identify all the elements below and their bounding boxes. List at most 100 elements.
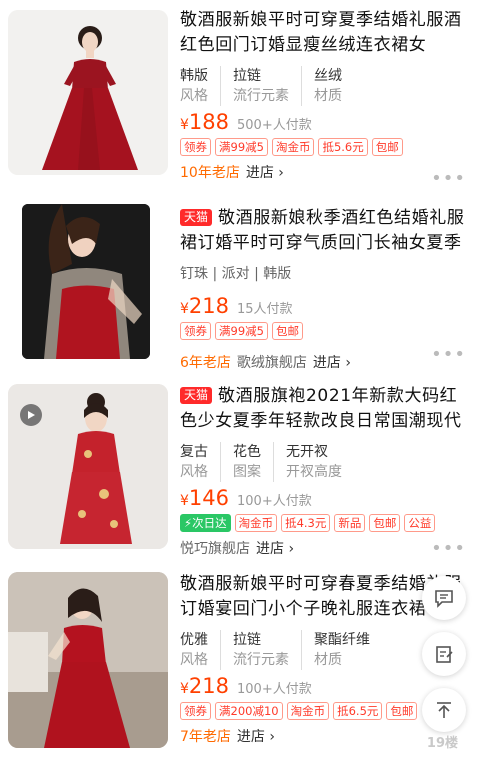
- attribute-key: 风格: [180, 88, 208, 104]
- more-options-icon[interactable]: •••: [431, 168, 466, 189]
- coupon-badge: 包邮: [271, 322, 303, 340]
- product-title[interactable]: 天猫 敬酒服新娘秋季酒红色结婚礼服裙订婚平时可穿气质回门长袖女夏季: [180, 206, 466, 256]
- attribute: 拉链 流行元素: [233, 630, 302, 670]
- enter-shop-link[interactable]: 进店 ›: [256, 538, 294, 558]
- tag-line: 钉珠 | 派对 | 韩版: [180, 266, 292, 282]
- attribute: 优雅 风格: [180, 630, 221, 670]
- product-title[interactable]: 天猫敬酒服旗袍2021年新款大码红色少女夏季年轻款改良日常国潮现代风: [180, 384, 466, 434]
- chat-bubble-icon[interactable]: [422, 576, 466, 620]
- coupon-list: 领券 满99减5 淘金币 抵5.6元 包邮: [180, 138, 466, 156]
- attribute-list: 韩版风格 拉链流行元素 丝绒材质: [180, 66, 466, 106]
- product-image[interactable]: [8, 572, 168, 748]
- attribute-value: 复古: [180, 444, 208, 460]
- coupon-badge: 淘金币: [234, 514, 278, 532]
- sales-count: 100+人付款: [237, 494, 312, 509]
- coupon-badge: 满99减5: [215, 322, 268, 340]
- coupon-badge: 满99减5: [215, 138, 268, 156]
- attribute: 韩版 风格: [180, 66, 221, 106]
- price-line: ¥ 218 100+人付款: [180, 674, 466, 698]
- shop-name[interactable]: 歌绒旗舰店: [237, 352, 307, 372]
- coupon-badge[interactable]: 领券: [180, 702, 211, 720]
- enter-shop-link[interactable]: 进店 ›: [246, 162, 284, 182]
- currency-symbol: ¥: [180, 681, 189, 697]
- product-image[interactable]: [8, 10, 168, 175]
- enter-shop-link[interactable]: 进店 ›: [313, 352, 351, 372]
- product-card[interactable]: 天猫敬酒服旗袍2021年新款大码红色少女夏季年轻款改良日常国潮现代风 复古风格 …: [0, 372, 480, 564]
- shop-line: 10年老店 进店 ›: [180, 162, 466, 182]
- enter-shop-link[interactable]: 进店 ›: [237, 726, 275, 746]
- store-age-badge: 7年老店: [180, 729, 231, 745]
- coupon-badge: 抵5.6元: [318, 138, 368, 156]
- price: 218: [188, 294, 230, 318]
- attribute-key: 风格: [180, 464, 208, 480]
- price-line: ¥ 188 500+人付款: [180, 110, 466, 134]
- coupon-badge: 包邮: [386, 702, 418, 720]
- coupon-badge: 淘金币: [286, 702, 330, 720]
- price-line: ¥ 146 100+人付款: [180, 486, 466, 510]
- currency-symbol: ¥: [180, 493, 189, 509]
- product-card[interactable]: 敬酒服新娘平时可穿春夏季结婚礼服订婚宴回门小个子晚礼服连衣裙 优雅风格 拉链流行…: [0, 564, 480, 757]
- coupon-badge: 新品: [334, 514, 366, 532]
- shop-line: 悦巧旗舰店 进店 ›: [180, 538, 466, 558]
- price: 188: [188, 110, 230, 134]
- attribute-key: 流行元素: [233, 88, 289, 104]
- coupon-badge: 淘金币: [271, 138, 315, 156]
- play-icon[interactable]: [20, 404, 42, 426]
- product-image[interactable]: [8, 384, 168, 549]
- product-title-text: 敬酒服新娘秋季酒红色结婚礼服裙订婚平时可穿气质回门长袖女夏季: [180, 208, 465, 253]
- attribute-value: 优雅: [180, 632, 208, 648]
- attribute-key: 材质: [314, 88, 342, 104]
- product-card[interactable]: 敬酒服新娘平时可穿夏季结婚礼服酒红色回门订婚显瘦丝绒连衣裙女 韩版风格 拉链流行…: [0, 0, 480, 192]
- coupon-list: 领券 满99减5 包邮: [180, 322, 466, 340]
- store-age-badge: 6年老店: [180, 355, 231, 371]
- product-title-text: 敬酒服旗袍2021年新款大码红色少女夏季年轻款改良日常国潮现代风: [180, 386, 462, 431]
- watermark: 19楼: [426, 736, 458, 751]
- edit-note-icon[interactable]: [422, 632, 466, 676]
- attribute: 聚酯纤维 材质: [314, 630, 382, 670]
- attribute-value: 韩版: [180, 68, 208, 84]
- next-day-delivery-badge: ⚡次日达: [180, 514, 231, 532]
- attribute-key: 风格: [180, 652, 208, 668]
- sales-count: 100+人付款: [237, 682, 312, 697]
- attribute-list: 复古风格 花色 图案 无开衩开衩高度: [180, 442, 466, 482]
- store-age-badge: 10年老店: [180, 165, 240, 181]
- attribute-value: 丝绒: [314, 68, 342, 84]
- attribute: 无开衩 开衩高度: [286, 442, 354, 482]
- product-card[interactable]: 天猫 敬酒服新娘秋季酒红色结婚礼服裙订婚平时可穿气质回门长袖女夏季 钉珠 | 派对…: [0, 192, 480, 372]
- attribute-key: 图案: [233, 464, 261, 480]
- coupon-badge: 包邮: [371, 138, 403, 156]
- coupon-badge[interactable]: 领券: [180, 322, 211, 340]
- tmall-badge: 天猫: [180, 209, 213, 226]
- attribute: 复古 风格: [180, 442, 221, 482]
- more-options-icon[interactable]: •••: [431, 538, 466, 559]
- attribute-value: 无开衩: [286, 444, 328, 460]
- back-to-top-icon[interactable]: [422, 688, 466, 732]
- product-image[interactable]: [22, 204, 150, 359]
- attribute-key: 流行元素: [233, 652, 289, 668]
- coupon-badge[interactable]: 领券: [180, 138, 211, 156]
- shop-line: 6年老店 歌绒旗舰店 进店 ›: [180, 352, 466, 372]
- attribute-key: 开衩高度: [286, 464, 342, 480]
- shop-line: 7年老店 进店 ›: [180, 726, 466, 746]
- attribute-value: 聚酯纤维: [314, 632, 370, 648]
- more-options-icon[interactable]: •••: [431, 344, 466, 365]
- attribute: 花色 图案: [233, 442, 274, 482]
- price: 146: [188, 486, 230, 510]
- product-title[interactable]: 敬酒服新娘平时可穿夏季结婚礼服酒红色回门订婚显瘦丝绒连衣裙女: [180, 8, 466, 58]
- attribute: 丝绒 材质: [314, 66, 354, 106]
- coupon-badge: 抵6.5元: [333, 702, 383, 720]
- product-title-text: 敬酒服新娘平时可穿夏季结婚礼服酒红色回门订婚显瘦丝绒连衣裙女: [180, 10, 462, 55]
- sales-count: 500+人付款: [237, 118, 312, 133]
- product-title-text: 敬酒服新娘平时可穿春夏季结婚礼服订婚宴回门小个子晚礼服连衣裙: [180, 574, 462, 619]
- price-line: ¥ 218 15人付款: [180, 294, 466, 318]
- coupon-badge: 满200减10: [215, 702, 283, 720]
- tmall-badge: 天猫: [180, 387, 213, 404]
- shop-name[interactable]: 悦巧旗舰店: [180, 538, 250, 558]
- currency-symbol: ¥: [180, 301, 189, 317]
- currency-symbol: ¥: [180, 117, 189, 133]
- attribute-value: 拉链: [233, 632, 261, 648]
- attribute-key: 材质: [314, 652, 342, 668]
- coupon-list: ⚡次日达 淘金币 抵4.3元 新品 包邮 公益: [180, 514, 466, 532]
- coupon-badge: 公益: [404, 514, 436, 532]
- attribute-value: 拉链: [233, 68, 261, 84]
